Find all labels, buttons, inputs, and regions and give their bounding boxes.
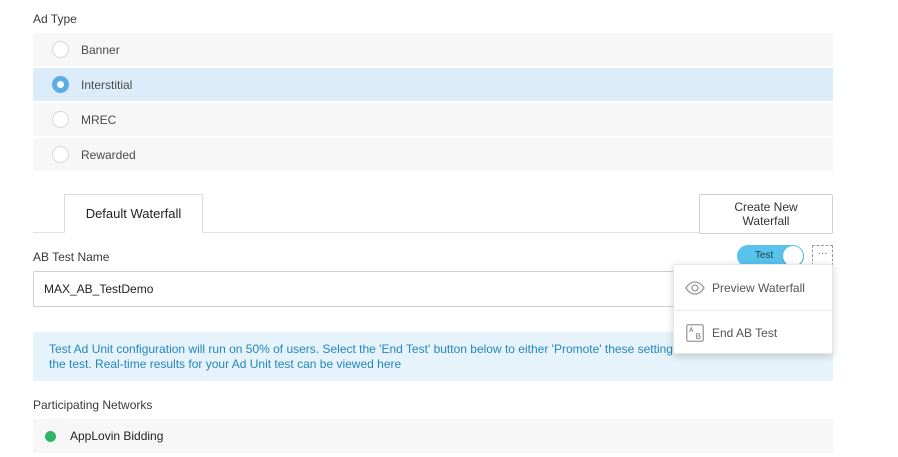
options-dropdown-menu: Preview Waterfall End AB Test <box>673 264 833 354</box>
info-text-line2: the test. Real-time results for your Ad … <box>49 357 374 371</box>
radio-button[interactable] <box>52 146 69 163</box>
ad-type-option-label: Banner <box>81 42 120 57</box>
ab-test-name-input[interactable] <box>33 271 723 307</box>
create-new-waterfall-button[interactable]: Create New Waterfall <box>699 194 833 234</box>
menu-item-label: End AB Test <box>712 326 778 340</box>
ad-type-option-interstitial[interactable]: Interstitial <box>33 68 833 101</box>
menu-item-end-ab-test[interactable]: End AB Test <box>674 311 832 355</box>
ad-type-option-label: Rewarded <box>81 147 136 162</box>
toggle-knob <box>783 246 803 266</box>
ad-type-option-banner[interactable]: Banner <box>33 33 833 66</box>
toggle-label: Test <box>755 250 774 261</box>
ab-test-name-label: AB Test Name <box>33 250 110 264</box>
menu-item-label: Preview Waterfall <box>712 281 805 295</box>
ad-type-label: Ad Type <box>33 12 77 26</box>
ad-type-option-rewarded[interactable]: Rewarded <box>33 138 833 171</box>
info-text-line2-wrap: the test. Real-time results for your Ad … <box>49 357 817 372</box>
menu-item-preview-waterfall[interactable]: Preview Waterfall <box>674 266 832 310</box>
eye-icon <box>685 279 705 297</box>
radio-button[interactable] <box>52 41 69 58</box>
ab-test-icon <box>685 324 705 342</box>
radio-button[interactable] <box>52 111 69 128</box>
ad-type-option-label: Interstitial <box>81 77 133 92</box>
network-row[interactable]: AppLovin Bidding <box>33 419 833 453</box>
network-label: AppLovin Bidding <box>70 429 164 443</box>
results-link[interactable]: here <box>377 357 401 371</box>
more-options-button[interactable]: ··· <box>812 245 833 266</box>
ad-type-option-label: MREC <box>81 112 117 127</box>
ad-type-option-mrec[interactable]: MREC <box>33 103 833 136</box>
radio-button-selected[interactable] <box>52 76 69 93</box>
status-dot <box>45 430 56 442</box>
tab-default-waterfall[interactable]: Default Waterfall <box>64 194 203 233</box>
participating-networks-label: Participating Networks <box>33 398 153 412</box>
